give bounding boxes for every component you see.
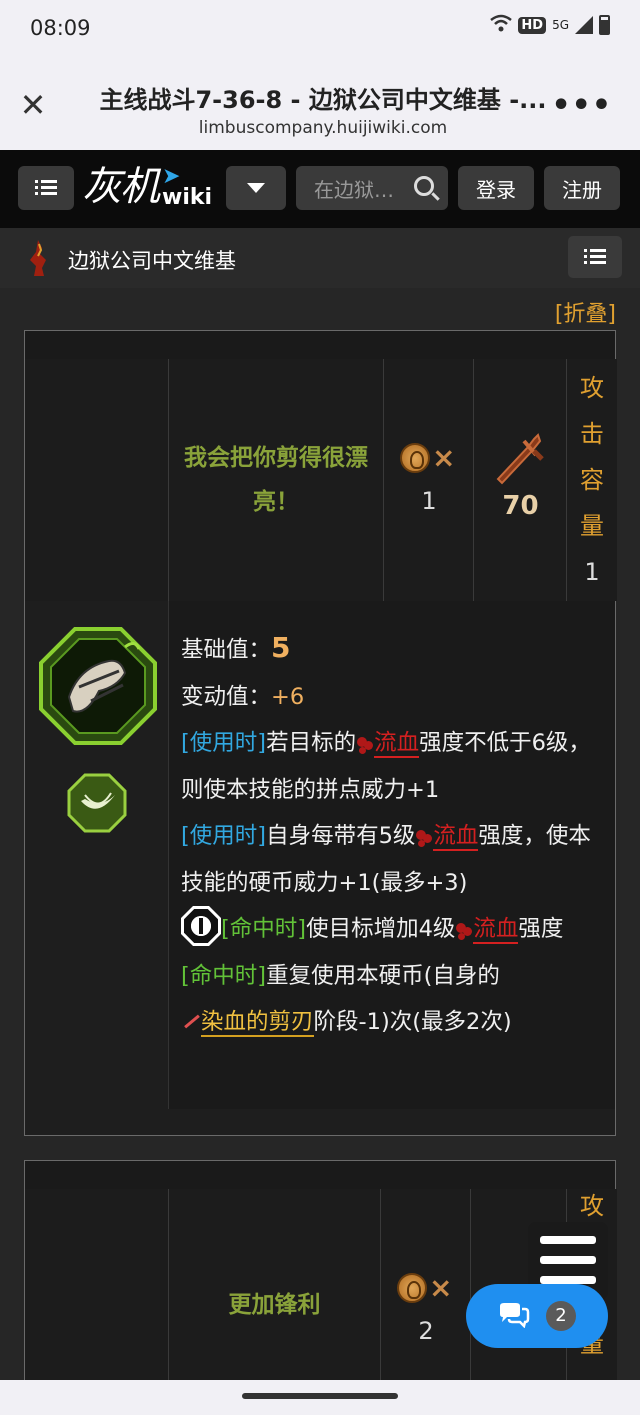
collapse-toggle[interactable]: [折叠]	[555, 296, 616, 328]
attack-power-value: 70	[502, 491, 539, 521]
wiki-menu-button[interactable]	[568, 236, 622, 278]
scissors-skill-icon	[39, 627, 157, 745]
bleed-icon	[455, 920, 473, 938]
bleed-icon	[356, 734, 374, 752]
bleed-link[interactable]: 流血	[433, 823, 479, 851]
login-button[interactable]: 登录	[458, 166, 534, 210]
status-time: 08:09	[30, 16, 91, 40]
on-use-tag: [使用时]	[181, 823, 267, 849]
bleed-link[interactable]: 流血	[473, 916, 519, 944]
on-use-tag: [使用时]	[181, 730, 267, 756]
more-options-icon[interactable]: •••	[551, 88, 612, 123]
effect-line-3: [命中时]使目标增加4级 流血强度	[181, 906, 609, 953]
attack-capacity-value: 1	[584, 558, 600, 586]
paper-plane-icon: ➤	[162, 164, 181, 189]
skill-name: 更加锋利	[228, 1292, 321, 1318]
effect-line-2: [使用时]自身每带有5级 流血强度，使本技能的硬币威力+1(最多+3)	[181, 823, 591, 896]
times-icon: ×	[429, 1271, 453, 1304]
system-nav-bar	[0, 1380, 640, 1415]
search-icon[interactable]	[414, 176, 434, 196]
chat-button[interactable]: 2	[466, 1284, 608, 1348]
search-input[interactable]: 在边狱…	[296, 166, 448, 210]
effect-line-4: [命中时]重复使用本硬币(自身的 染血的剪刃阶段-1)次(最多2次)	[181, 962, 512, 1037]
effect-line-1: [使用时]若目标的 流血强度不低于6级，则使本技能的拼点威力+1	[181, 730, 591, 803]
wiki-logo-icon[interactable]	[24, 238, 54, 278]
coin-cell: × 2	[381, 1189, 471, 1380]
on-hit-tag: [命中时]	[221, 916, 307, 942]
bloody-blade-icon	[181, 1011, 201, 1031]
logo-text: 灰机	[82, 164, 160, 210]
signal-icon	[575, 16, 593, 34]
coin-icon	[400, 443, 430, 473]
skill-name-cell: 更加锋利	[169, 1189, 381, 1380]
sword-icon	[496, 433, 544, 485]
wiki-bar: 边狱公司中文维基	[0, 228, 640, 288]
attack-capacity-cell: 攻 击 容 量 1	[567, 359, 617, 601]
skill-icon-header-cell	[25, 359, 169, 601]
coin-cell: × 1	[384, 359, 474, 601]
site-dropdown-button[interactable]	[226, 166, 286, 210]
browser-toolbar: ✕ 主线战斗7-36-8 - 边狱公司中文维基 -... limbuscompa…	[0, 58, 640, 150]
wiki-name[interactable]: 边狱公司中文维基	[68, 245, 236, 275]
close-icon[interactable]: ✕	[18, 89, 48, 121]
list-icon	[35, 180, 57, 196]
site-menu-button[interactable]	[18, 166, 74, 210]
skill-name: 我会把你剪得很漂亮！	[184, 445, 368, 515]
skill-name-cell: 我会把你剪得很漂亮！	[169, 359, 384, 601]
home-gesture-bar[interactable]	[242, 1393, 398, 1399]
attack-capacity-label: 攻 击 容 量 1	[577, 365, 607, 595]
base-value-row: 基础值：5	[181, 631, 291, 664]
slash-type-icon	[67, 773, 127, 833]
list-icon	[584, 249, 606, 265]
hd-badge: HD	[518, 16, 547, 34]
chat-icon	[500, 1303, 530, 1328]
chat-count-badge: 2	[546, 1301, 576, 1331]
bleed-icon	[415, 827, 433, 845]
times-icon: ×	[432, 441, 456, 474]
status-bar: 08:09 HD 5G	[0, 0, 640, 58]
status-icons: HD 5G	[490, 14, 610, 36]
main-content: [折叠] 我会把你剪得很漂亮！ × 1 70 攻 击 容 量 1 基础值：5 变…	[0, 288, 640, 1380]
skill-description: 基础值：5 变动值：+6 [使用时]若目标的 流血强度不低于6级，则使本技能的拼点…	[169, 601, 615, 1109]
bloody-blade-link[interactable]: 染血的剪刃	[201, 1009, 314, 1037]
register-button[interactable]: 注册	[544, 166, 620, 210]
network-type: 5G	[552, 18, 569, 32]
coin-marker-icon	[181, 906, 221, 946]
bleed-link[interactable]: 流血	[374, 730, 420, 758]
variation-value: +6	[271, 683, 305, 710]
coin-count: 2	[418, 1317, 434, 1345]
skill-card: 我会把你剪得很漂亮！ × 1 70 攻 击 容 量 1 基础值：5 变动值：+6…	[24, 330, 617, 1136]
coin-count: 1	[421, 487, 437, 515]
site-logo[interactable]: 灰机 wiki ➤	[82, 164, 212, 212]
skill-icon-column	[25, 601, 169, 1109]
chevron-down-icon	[247, 183, 265, 193]
coin-icon	[397, 1273, 427, 1303]
page-url: limbuscompany.huijiwiki.com	[198, 118, 448, 138]
battery-icon	[599, 15, 610, 35]
base-value: 5	[271, 631, 291, 664]
variation-row: 变动值：+6	[181, 683, 305, 710]
skill-icon-header-cell	[25, 1189, 169, 1380]
on-hit-tag: [命中时]	[181, 962, 267, 989]
search-placeholder: 在边狱…	[314, 177, 394, 202]
site-header: 灰机 wiki ➤ 在边狱… 登录 注册	[0, 150, 640, 228]
attack-power-cell: 70	[474, 359, 567, 601]
wifi-icon	[490, 14, 513, 36]
page-title: 主线战斗7-36-8 - 边狱公司中文维基 -...	[99, 86, 547, 114]
